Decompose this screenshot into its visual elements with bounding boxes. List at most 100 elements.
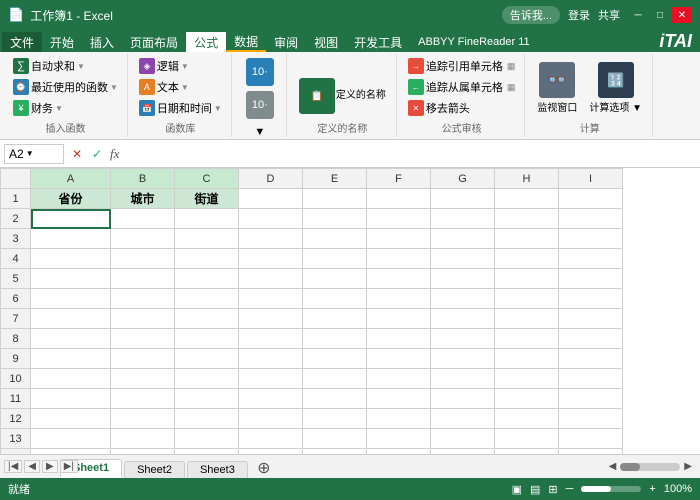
cell-E8[interactable] <box>303 329 367 349</box>
cell-H7[interactable] <box>495 309 559 329</box>
cell-E9[interactable] <box>303 349 367 369</box>
cell-B2[interactable] <box>111 209 175 229</box>
tab-review[interactable]: 审阅 <box>266 32 306 52</box>
view-normal-btn[interactable]: ▣ <box>512 483 522 496</box>
cell-E4[interactable] <box>303 249 367 269</box>
cell-H6[interactable] <box>495 289 559 309</box>
cell-I11[interactable] <box>559 389 623 409</box>
cell-I2[interactable] <box>559 209 623 229</box>
text-fn-btn[interactable]: A 文本 ▼ <box>136 77 225 97</box>
cell-B5[interactable] <box>111 269 175 289</box>
scroll-left-btn[interactable]: ◀ <box>609 461 617 472</box>
cell-B4[interactable] <box>111 249 175 269</box>
tab-pagelayout[interactable]: 页面布局 <box>122 32 186 52</box>
formula-input[interactable] <box>123 144 696 164</box>
cell-F3[interactable] <box>367 229 431 249</box>
cell-D3[interactable] <box>239 229 303 249</box>
cell-C8[interactable] <box>175 329 239 349</box>
cell-D12[interactable] <box>239 409 303 429</box>
zoom-in-btn[interactable]: + <box>649 483 655 495</box>
finance-btn[interactable]: ¥ 财务 ▼ <box>10 98 121 118</box>
view-page-btn[interactable]: ⊞ <box>548 483 557 496</box>
cell-E7[interactable] <box>303 309 367 329</box>
cell-B13[interactable] <box>111 429 175 449</box>
col-header-D[interactable]: D <box>239 169 303 189</box>
cell-D6[interactable] <box>239 289 303 309</box>
cell-H12[interactable] <box>495 409 559 429</box>
col-header-C[interactable]: C <box>175 169 239 189</box>
cell-I8[interactable] <box>559 329 623 349</box>
cell-E5[interactable] <box>303 269 367 289</box>
tab-file[interactable]: 文件 <box>2 32 42 52</box>
cell-G7[interactable] <box>431 309 495 329</box>
cell-I9[interactable] <box>559 349 623 369</box>
scroll-right-btn[interactable]: ▶ <box>684 461 692 472</box>
cell-G5[interactable] <box>431 269 495 289</box>
watch-window-btn[interactable]: 👓 监视窗口 <box>533 60 581 116</box>
col-header-E[interactable]: E <box>303 169 367 189</box>
cell-C11[interactable] <box>175 389 239 409</box>
cell-A2[interactable] <box>31 209 111 229</box>
tab-insert[interactable]: 插入 <box>82 32 122 52</box>
cell-G4[interactable] <box>431 249 495 269</box>
cell-D7[interactable] <box>239 309 303 329</box>
cell-C4[interactable] <box>175 249 239 269</box>
login-btn[interactable]: 登录 <box>568 7 590 23</box>
cell-H2[interactable] <box>495 209 559 229</box>
cell-E3[interactable] <box>303 229 367 249</box>
remove-arrows-btn[interactable]: ✕ 移去箭头 <box>405 98 519 118</box>
cell-I7[interactable] <box>559 309 623 329</box>
view-layout-btn[interactable]: ▤ <box>530 483 540 496</box>
cell-D4[interactable] <box>239 249 303 269</box>
sheet-nav-next[interactable]: ▶ <box>42 460 58 473</box>
cell-G3[interactable] <box>431 229 495 249</box>
cell-E1[interactable] <box>303 189 367 209</box>
cell-C7[interactable] <box>175 309 239 329</box>
tab-view[interactable]: 视图 <box>306 32 346 52</box>
close-btn[interactable]: ✕ <box>672 7 692 23</box>
cell-B8[interactable] <box>111 329 175 349</box>
sheet-nav-first[interactable]: |◀ <box>4 460 22 473</box>
cell-D10[interactable] <box>239 369 303 389</box>
cell-G10[interactable] <box>431 369 495 389</box>
cell-A11[interactable] <box>31 389 111 409</box>
cell-G2[interactable] <box>431 209 495 229</box>
math-btn[interactable]: 10· <box>240 89 280 121</box>
cell-D11[interactable] <box>239 389 303 409</box>
cell-E13[interactable] <box>303 429 367 449</box>
cell-A7[interactable] <box>31 309 111 329</box>
cell-G11[interactable] <box>431 389 495 409</box>
logic-btn[interactable]: ◈ 逻辑 ▼ <box>136 56 225 76</box>
cell-F9[interactable] <box>367 349 431 369</box>
cell-F8[interactable] <box>367 329 431 349</box>
cell-H5[interactable] <box>495 269 559 289</box>
cell-C10[interactable] <box>175 369 239 389</box>
cell-D5[interactable] <box>239 269 303 289</box>
cell-A1[interactable]: 省份 <box>31 189 111 209</box>
col-header-I[interactable]: I <box>559 169 623 189</box>
cell-C13[interactable] <box>175 429 239 449</box>
tab-dev[interactable]: 开发工具 <box>346 32 410 52</box>
cell-G8[interactable] <box>431 329 495 349</box>
cell-B10[interactable] <box>111 369 175 389</box>
cell-H9[interactable] <box>495 349 559 369</box>
cell-F5[interactable] <box>367 269 431 289</box>
cell-B3[interactable] <box>111 229 175 249</box>
cell-G13[interactable] <box>431 429 495 449</box>
cell-H3[interactable] <box>495 229 559 249</box>
cell-C9[interactable] <box>175 349 239 369</box>
cell-I3[interactable] <box>559 229 623 249</box>
sheet-nav-last[interactable]: ▶| <box>60 460 78 473</box>
cell-D8[interactable] <box>239 329 303 349</box>
defname-btn[interactable]: 📋 定义的名称 <box>295 76 390 116</box>
cell-F11[interactable] <box>367 389 431 409</box>
sheet-nav-prev[interactable]: ◀ <box>24 460 40 473</box>
cell-ref-dropdown[interactable]: ▼ <box>26 149 34 158</box>
cell-A9[interactable] <box>31 349 111 369</box>
cell-D13[interactable] <box>239 429 303 449</box>
cell-G1[interactable] <box>431 189 495 209</box>
sheet-tab-3[interactable]: Sheet3 <box>187 461 248 478</box>
tab-formula[interactable]: 公式 <box>186 32 226 52</box>
cell-B11[interactable] <box>111 389 175 409</box>
cell-E11[interactable] <box>303 389 367 409</box>
